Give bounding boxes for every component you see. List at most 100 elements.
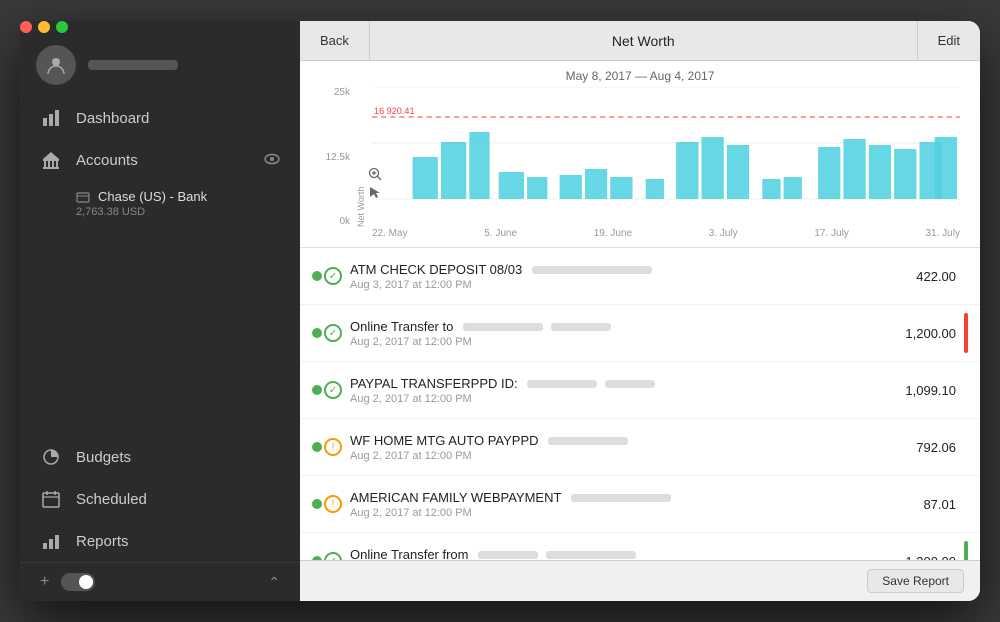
account-balance: 2,763.38 USD	[76, 206, 280, 218]
chart-x-label-2: 19. June	[594, 228, 632, 239]
sidebar-accounts-label: Accounts	[76, 152, 138, 169]
chart-icon	[40, 107, 62, 129]
chart-x-label-1: 5. June	[484, 228, 517, 239]
tx-dot	[312, 271, 322, 281]
tx-date: Aug 2, 2017 at 12:00 PM	[350, 507, 915, 519]
sidebar-item-accounts[interactable]: Accounts	[20, 139, 300, 181]
tx-amount: 1,099.10	[905, 383, 956, 398]
tx-info: PAYPAL TRANSFERPPD ID: Aug 2, 2017 at 12…	[350, 376, 897, 405]
tx-date: Aug 2, 2017 at 12:00 PM	[350, 336, 897, 348]
tx-indicator	[964, 313, 968, 353]
tx-dot	[312, 385, 322, 395]
chart-y-25k: 25k	[334, 87, 350, 98]
sidebar-reports-label: Reports	[76, 533, 129, 550]
account-name: Chase (US) - Bank	[98, 189, 207, 204]
table-row[interactable]: ✓ Online Transfer to Aug 2, 2017 at 12:0…	[300, 305, 980, 362]
calendar-icon	[40, 488, 62, 510]
main-content: Back Net Worth Edit May 8, 2017 — Aug 4,…	[300, 21, 980, 601]
account-item-chase[interactable]: Chase (US) - Bank 2,763.38 USD	[20, 181, 300, 226]
add-button[interactable]: +	[40, 573, 49, 591]
tx-status-icon: ✓	[324, 324, 342, 342]
tx-info: AMERICAN FAMILY WEBPAYMENT Aug 2, 2017 a…	[350, 490, 915, 519]
avatar	[36, 45, 76, 85]
bar-icon	[40, 530, 62, 552]
tx-indicator	[964, 370, 968, 410]
tx-name: Online Transfer from	[350, 547, 897, 561]
tx-status-icon: ✓	[324, 552, 342, 560]
sidebar: Dashboard	[20, 21, 300, 601]
table-row[interactable]: ✓ Online Transfer from Aug 2, 2017 at 12…	[300, 533, 980, 560]
tx-info: ATM CHECK DEPOSIT 08/03 Aug 3, 2017 at 1…	[350, 262, 908, 291]
chart-x-label-4: 17. July	[814, 228, 848, 239]
tx-info: Online Transfer from Aug 2, 2017 at 12:0…	[350, 547, 897, 561]
back-button[interactable]: Back	[300, 21, 370, 60]
zoom-icon[interactable]	[368, 167, 382, 181]
bank-icon	[40, 149, 62, 171]
tx-dot	[312, 442, 322, 452]
sidebar-dashboard-label: Dashboard	[76, 110, 149, 127]
tx-icons: ✓	[312, 381, 342, 399]
edit-button[interactable]: Edit	[917, 21, 980, 60]
tx-name: WF HOME MTG AUTO PAYPPD	[350, 433, 908, 448]
chart-date-range: May 8, 2017 — Aug 4, 2017	[320, 69, 960, 83]
tx-date: Aug 2, 2017 at 12:00 PM	[350, 450, 908, 462]
tx-indicator	[964, 541, 968, 560]
table-row[interactable]: ! AMERICAN FAMILY WEBPAYMENT Aug 2, 2017…	[300, 476, 980, 533]
table-row[interactable]: ✓ PAYPAL TRANSFERPPD ID: Aug 2, 2017 at …	[300, 362, 980, 419]
tx-date: Aug 3, 2017 at 12:00 PM	[350, 279, 908, 291]
tx-info: WF HOME MTG AUTO PAYPPD Aug 2, 2017 at 1…	[350, 433, 908, 462]
sidebar-scheduled-label: Scheduled	[76, 491, 147, 508]
sidebar-item-reports[interactable]: Reports	[20, 520, 300, 562]
chart-y-0k: 0k	[339, 216, 350, 227]
collapse-button[interactable]: ⌃	[268, 574, 280, 591]
accounts-section: Accounts	[20, 139, 300, 226]
maximize-button[interactable]	[56, 21, 68, 33]
sidebar-header	[20, 29, 300, 97]
tx-indicator	[964, 427, 968, 467]
chart-area: May 8, 2017 — Aug 4, 2017 25k 12.5k 0k N…	[300, 61, 980, 247]
sidebar-bottom: + ⌃	[20, 562, 300, 601]
tx-status-icon: !	[324, 438, 342, 456]
pie-icon	[40, 446, 62, 468]
tx-indicator	[964, 484, 968, 524]
chart-x-label-0: 22. May	[372, 228, 408, 239]
chart-x-labels: 22. May 5. June 19. June 3. July 17. Jul…	[372, 228, 960, 239]
close-button[interactable]	[20, 21, 32, 33]
bottom-bar: Save Report	[300, 560, 980, 601]
chart-x-label-5: 31. July	[926, 228, 960, 239]
tx-icons: ✓	[312, 552, 342, 560]
toggle-switch[interactable]	[61, 573, 95, 591]
table-row[interactable]: ! WF HOME MTG AUTO PAYPPD Aug 2, 2017 at…	[300, 419, 980, 476]
save-report-button[interactable]: Save Report	[867, 569, 964, 593]
tx-name: ATM CHECK DEPOSIT 08/03	[350, 262, 908, 277]
sidebar-item-scheduled[interactable]: Scheduled	[20, 478, 300, 520]
tx-indicator	[964, 256, 968, 296]
minimize-button[interactable]	[38, 21, 50, 33]
tx-dot	[312, 328, 322, 338]
eye-icon[interactable]	[264, 151, 280, 170]
tx-icons: !	[312, 495, 342, 513]
chart-svg: 16 920.41	[372, 87, 960, 227]
tx-status-icon: ✓	[324, 267, 342, 285]
tx-status-icon: ✓	[324, 381, 342, 399]
chart-tools	[368, 167, 382, 199]
tx-icons: ✓	[312, 267, 342, 285]
chart-y-125k: 12.5k	[326, 152, 350, 163]
tx-date: Aug 2, 2017 at 12:00 PM	[350, 393, 897, 405]
table-row[interactable]: ✓ ATM CHECK DEPOSIT 08/03 Aug 3, 2017 at…	[300, 248, 980, 305]
sidebar-budgets-label: Budgets	[76, 449, 131, 466]
sidebar-item-dashboard[interactable]: Dashboard	[20, 97, 300, 139]
sidebar-item-budgets[interactable]: Budgets	[20, 436, 300, 478]
user-name-blur	[88, 60, 178, 70]
sidebar-nav: Dashboard	[20, 97, 300, 562]
tx-amount: 1,200.00	[905, 326, 956, 341]
folder-icon	[76, 190, 90, 204]
chart-svg-container: 16 920.41	[372, 87, 960, 247]
chart-wrapper: 25k 12.5k 0k Net Worth	[320, 87, 960, 247]
tx-name: Online Transfer to	[350, 319, 897, 334]
chart-y-axis-label: Net Worth	[354, 87, 368, 227]
tx-name: AMERICAN FAMILY WEBPAYMENT	[350, 490, 915, 505]
tx-icons: !	[312, 438, 342, 456]
tx-name: PAYPAL TRANSFERPPD ID:	[350, 376, 897, 391]
cursor-icon[interactable]	[368, 185, 382, 199]
